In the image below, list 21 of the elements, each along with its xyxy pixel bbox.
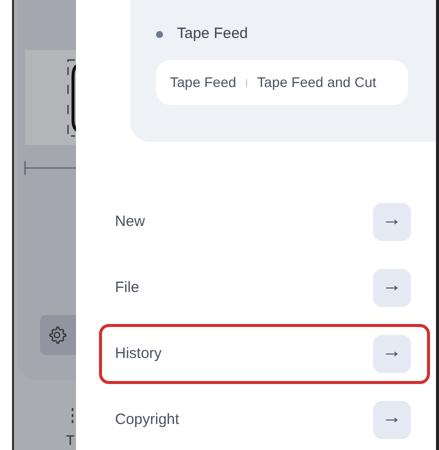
arrow-button[interactable] xyxy=(373,401,411,439)
menu-item[interactable]: New xyxy=(99,192,430,252)
menu-item[interactable]: History xyxy=(99,324,430,384)
bullet-icon xyxy=(156,30,163,38)
arrow-icon xyxy=(386,219,398,225)
ruler-line xyxy=(24,160,76,176)
option-button[interactable]: Tape Feed xyxy=(170,72,236,93)
tab-label: T xyxy=(66,431,75,450)
arrow-icon xyxy=(386,351,398,357)
arrow-button[interactable] xyxy=(373,335,411,373)
arrow-button[interactable] xyxy=(373,269,411,307)
section-title: Tape Feed xyxy=(177,24,248,44)
dotted-line-icon xyxy=(71,408,74,424)
arrow-icon xyxy=(386,285,398,291)
menu-item[interactable]: Copyright xyxy=(99,390,430,450)
arrow-icon xyxy=(386,417,398,423)
settings-button[interactable] xyxy=(40,315,76,355)
settings-icon xyxy=(47,325,67,345)
menu-item[interactable]: File xyxy=(99,258,430,318)
arrow-button[interactable] xyxy=(373,203,411,241)
option-button[interactable]: Tape Feed and Cut xyxy=(257,72,376,93)
